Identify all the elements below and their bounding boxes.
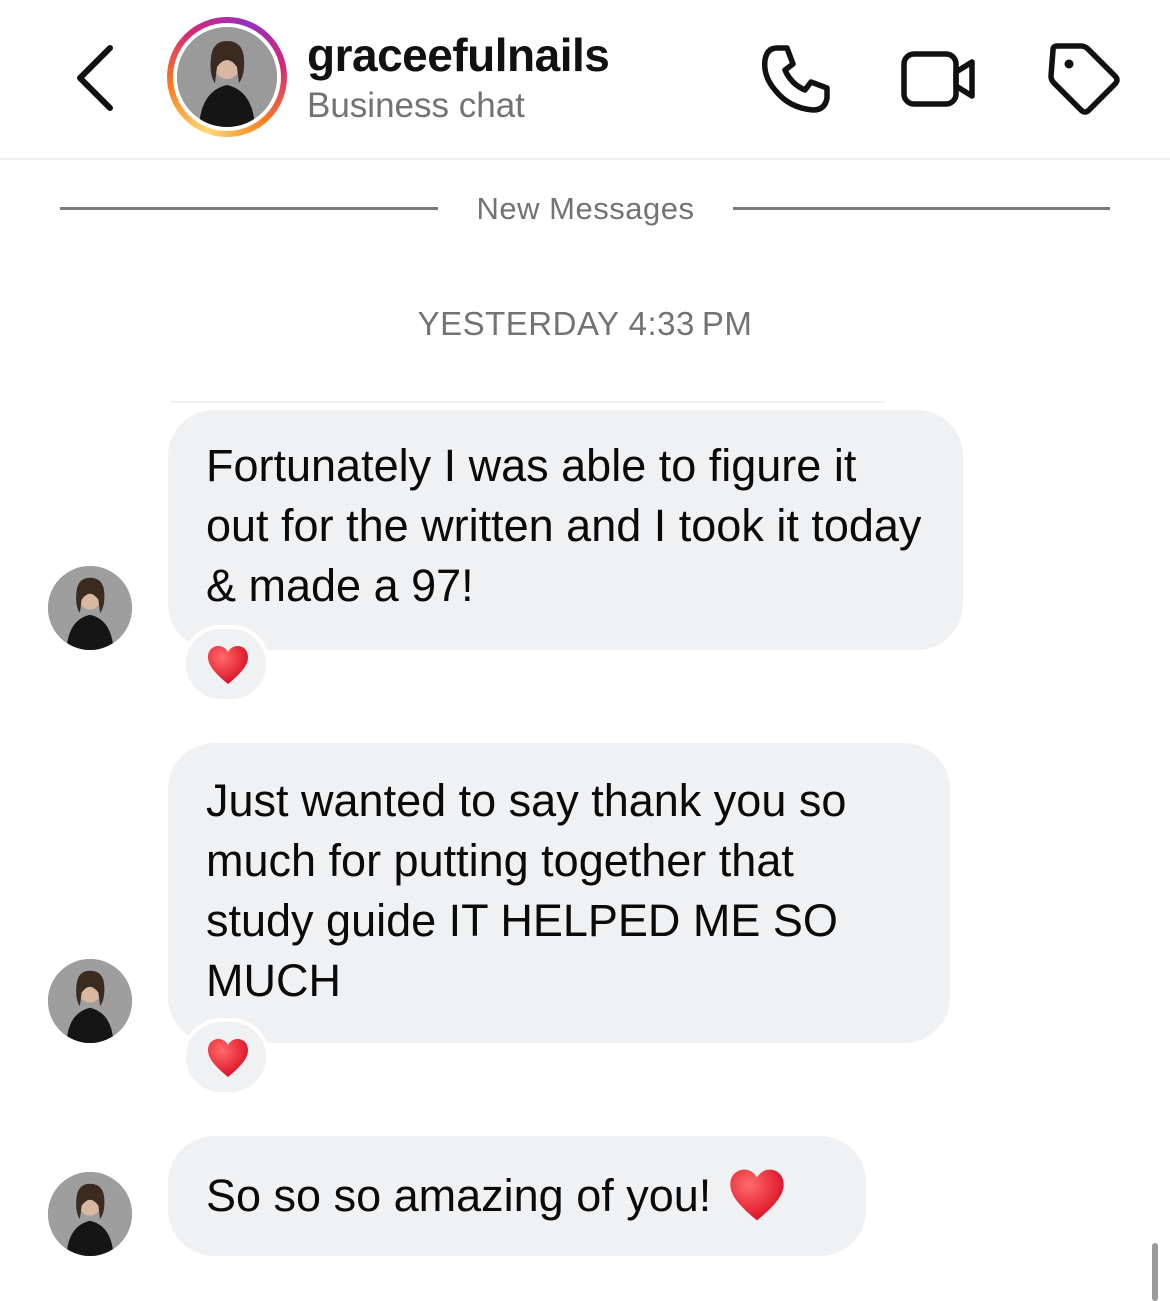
sender-avatar[interactable] [48, 1172, 132, 1256]
message-text: So so so amazing of you! [206, 1170, 712, 1221]
chevron-left-icon [77, 45, 113, 111]
chat-title-block[interactable]: graceefulnails Business chat [307, 28, 610, 126]
reaction-badge[interactable] [182, 625, 270, 703]
message-text: Just wanted to say thank you so much for… [206, 775, 847, 1006]
tag-icon [1048, 43, 1120, 115]
new-messages-divider: New Messages [0, 186, 1170, 232]
message-timestamp: YESTERDAY 4:33 PM [417, 305, 753, 342]
video-camera-icon [901, 51, 975, 107]
profile-avatar[interactable] [167, 17, 287, 137]
video-call-button[interactable] [898, 38, 980, 120]
chat-subtitle: Business chat [307, 86, 525, 125]
sender-avatar[interactable] [48, 566, 132, 650]
scrollbar[interactable] [1152, 1243, 1158, 1301]
heart-icon [730, 1169, 784, 1221]
label-button[interactable] [1043, 38, 1125, 120]
phone-icon [761, 45, 830, 113]
message-bubble[interactable]: Just wanted to say thank you so much for… [168, 743, 950, 1043]
sender-avatar[interactable] [48, 959, 132, 1043]
avatar-photo [177, 27, 277, 127]
heart-icon [208, 1039, 248, 1077]
message-bubble[interactable]: So so so amazing of you! [168, 1136, 866, 1256]
heart-icon [208, 646, 248, 684]
back-button[interactable] [60, 36, 130, 116]
message-text: Fortunately I was able to figure it out … [206, 440, 922, 611]
divider-line-right [733, 207, 1110, 210]
chat-header: graceefulnails Business chat [0, 0, 1170, 160]
call-button[interactable] [755, 38, 837, 120]
new-messages-label: New Messages [476, 191, 695, 226]
chat-username: graceefulnails [307, 29, 610, 81]
reaction-badge[interactable] [182, 1018, 270, 1096]
separator [170, 401, 885, 403]
message-bubble[interactable]: Fortunately I was able to figure it out … [168, 410, 963, 650]
divider-line-left [60, 207, 438, 210]
